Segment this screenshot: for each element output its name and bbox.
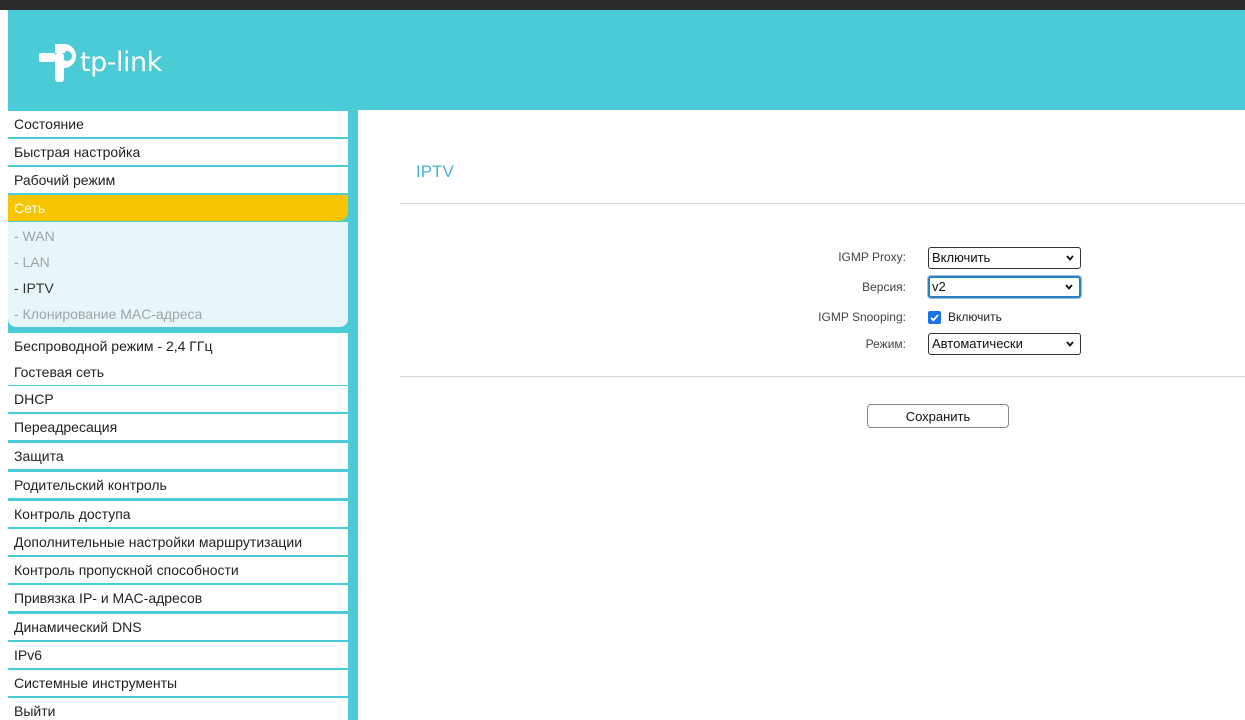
sidebar-border: [348, 110, 358, 720]
divider-bottom: [400, 376, 1245, 377]
mode-select[interactable]: Автоматически: [928, 333, 1081, 355]
chevron-down-icon: [1065, 284, 1073, 290]
version-label: Версия:: [862, 280, 906, 294]
menu-item-access-control[interactable]: Контроль доступа: [8, 501, 348, 527]
version-select[interactable]: v2: [928, 276, 1081, 298]
submenu-item-mac-clone[interactable]: - Клонирование MAC-адреса: [8, 301, 348, 327]
menu-item-network[interactable]: Сеть: [8, 195, 348, 221]
mode-value: Автоматически: [932, 336, 1023, 351]
menu-item-ipv6[interactable]: IPv6: [8, 642, 348, 668]
menu-item-ddns[interactable]: Динамический DNS: [8, 614, 348, 640]
menu-item-dhcp[interactable]: DHCP: [8, 386, 348, 412]
chevron-down-icon: [1066, 341, 1074, 347]
menu-item-bandwidth-control[interactable]: Контроль пропускной способности: [8, 557, 348, 583]
tp-link-logo: tp-link: [36, 42, 162, 84]
menu-item-logout[interactable]: Выйти: [8, 698, 348, 720]
menu-item-forwarding[interactable]: Переадресация: [8, 414, 348, 440]
router-admin-page: tp-link Состояние Быстрая настройка Рабо…: [0, 0, 1245, 720]
divider-top: [400, 203, 1245, 204]
submenu-item-lan[interactable]: - LAN: [8, 249, 348, 275]
menu-item-guest-network[interactable]: Гостевая сеть: [8, 359, 348, 385]
menu-item-status[interactable]: Состояние: [8, 111, 348, 137]
mode-label: Режим:: [865, 337, 906, 351]
igmp-proxy-value: Включить: [932, 250, 991, 265]
chevron-down-icon: [1066, 255, 1074, 261]
version-value: v2: [932, 279, 946, 294]
igmp-snooping-checkbox-label[interactable]: Включить: [948, 310, 1002, 324]
checkmark-icon: [930, 314, 939, 322]
save-button[interactable]: Сохранить: [867, 404, 1009, 428]
menu-item-wireless-24[interactable]: Беспроводной режим - 2,4 ГГц: [8, 333, 348, 359]
header-banner: tp-link: [8, 10, 1245, 110]
submenu-item-iptv[interactable]: - IPTV: [8, 275, 348, 301]
tp-link-logo-icon: [39, 44, 76, 82]
igmp-proxy-select[interactable]: Включить: [928, 247, 1081, 269]
igmp-proxy-label: IGMP Proxy:: [838, 250, 906, 264]
top-rule: [0, 0, 1245, 10]
igmp-snooping-checkbox[interactable]: [928, 311, 941, 324]
menu-item-advanced-routing[interactable]: Дополнительные настройки маршрутизации: [8, 529, 348, 555]
igmp-snooping-label: IGMP Snooping:: [818, 310, 906, 324]
brand-name: tp-link: [80, 46, 162, 78]
menu-item-ip-mac-binding[interactable]: Привязка IP- и MAC-адресов: [8, 585, 348, 611]
menu-item-parental-control[interactable]: Родительский контроль: [8, 472, 348, 498]
page-title: IPTV: [416, 162, 454, 181]
menu-item-security[interactable]: Защита: [8, 443, 348, 469]
submenu-item-wan[interactable]: - WAN: [8, 223, 348, 249]
menu-item-operation-mode[interactable]: Рабочий режим: [8, 167, 348, 193]
menu-item-system-tools[interactable]: Системные инструменты: [8, 670, 348, 696]
menu-item-quick-setup[interactable]: Быстрая настройка: [8, 139, 348, 165]
